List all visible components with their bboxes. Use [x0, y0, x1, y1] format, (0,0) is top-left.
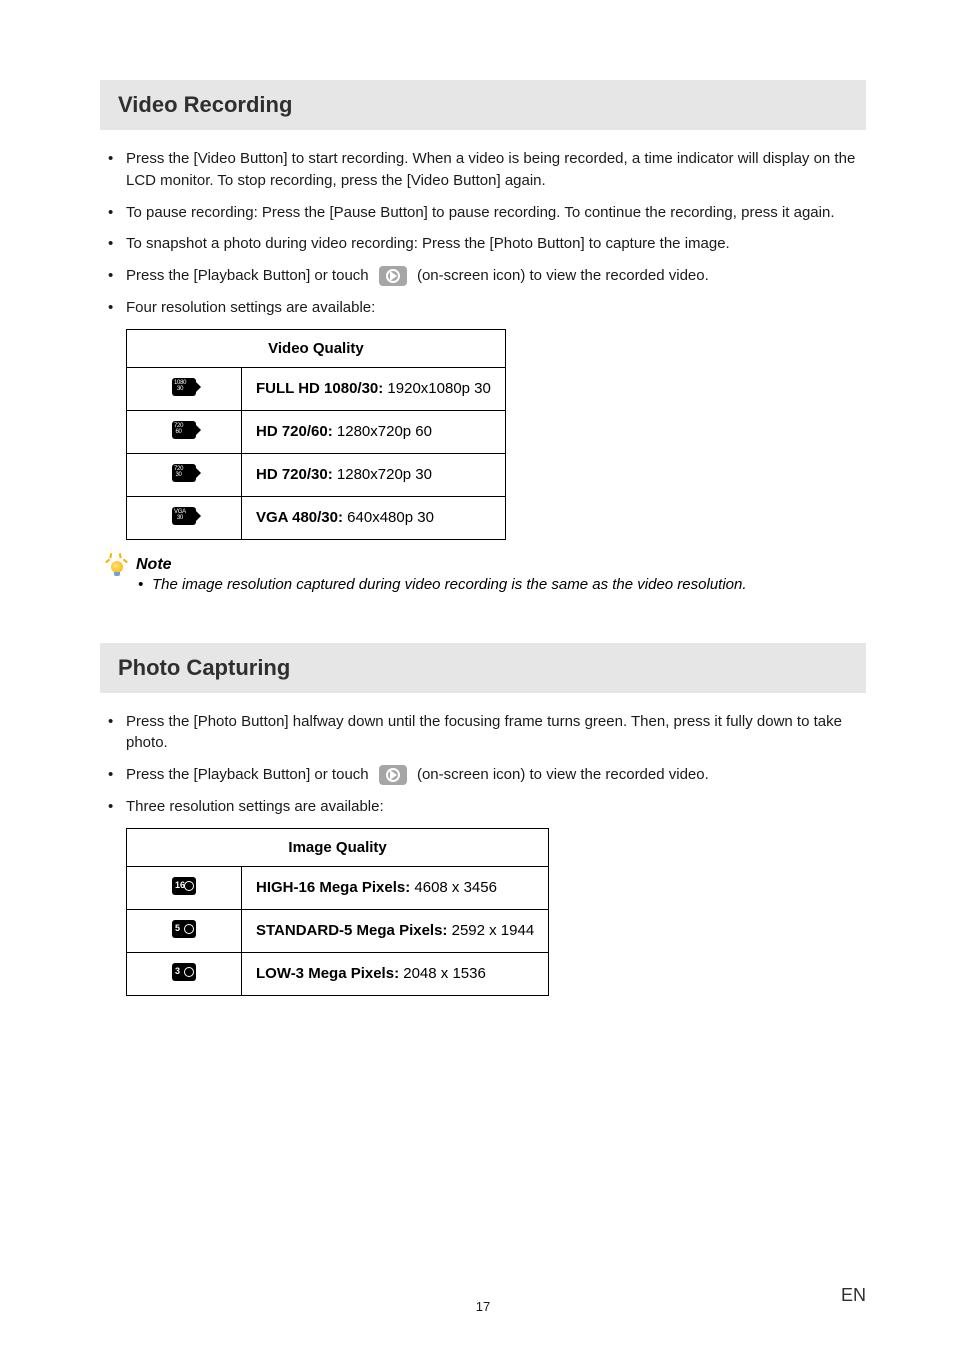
language-label: EN [841, 1285, 866, 1306]
video-quality-icon-cell: 108030 [127, 367, 242, 410]
video-quality-label: FULL HD 1080/30: 1920x1080p 30 [242, 367, 506, 410]
text-fragment: (on-screen icon) to view the recorded vi… [417, 766, 709, 783]
note-title: Note [136, 556, 866, 574]
video-recording-bullets: Press the [Video Button] to start record… [100, 148, 866, 319]
list-item: Four resolution settings are available: [100, 297, 866, 319]
playback-icon [379, 765, 407, 785]
page-footer: 17 EN [0, 1299, 954, 1314]
page: Video Recording Press the [Video Button]… [0, 0, 954, 1350]
video-quality-label: HD 720/30: 1280x720p 30 [242, 453, 506, 496]
video-quality-icon-cell: 72060 [127, 410, 242, 453]
page-number: 17 [100, 1299, 866, 1314]
image-quality-icon-cell: 5 [127, 909, 242, 952]
image-quality-label: LOW-3 Mega Pixels: 2048 x 1536 [242, 952, 549, 995]
list-item: Press the [Playback Button] or touch (on… [100, 265, 866, 287]
list-item: To pause recording: Press the [Pause But… [100, 202, 866, 224]
table-row: 72060 HD 720/60: 1280x720p 60 [127, 410, 506, 453]
table-header: Video Quality [127, 329, 506, 367]
list-item: To snapshot a photo during video recordi… [100, 233, 866, 255]
section-heading-photo-capturing: Photo Capturing [100, 643, 866, 693]
video-badge-icon: 72030 [172, 464, 196, 482]
image-quality-label: STANDARD-5 Mega Pixels: 2592 x 1944 [242, 909, 549, 952]
video-quality-icon-cell: VGA30 [127, 496, 242, 539]
image-quality-table: Image Quality 16 HIGH-16 Mega Pixels: 46… [126, 828, 549, 996]
table-row: 108030 FULL HD 1080/30: 1920x1080p 30 [127, 367, 506, 410]
video-badge-icon: 108030 [172, 378, 196, 396]
camera-badge-icon: 5 [172, 920, 196, 938]
photo-capturing-bullets: Press the [Photo Button] halfway down un… [100, 711, 866, 818]
text-fragment: Press the [Playback Button] or touch [126, 766, 373, 783]
video-quality-label: VGA 480/30: 640x480p 30 [242, 496, 506, 539]
table-header: Image Quality [127, 828, 549, 866]
table-row: 3 LOW-3 Mega Pixels: 2048 x 1536 [127, 952, 549, 995]
list-item: Press the [Video Button] to start record… [100, 148, 866, 192]
list-item: Three resolution settings are available: [100, 796, 866, 818]
table-row: 16 HIGH-16 Mega Pixels: 4608 x 3456 [127, 866, 549, 909]
note-text: The image resolution captured during vid… [136, 576, 866, 593]
table-row: VGA30 VGA 480/30: 640x480p 30 [127, 496, 506, 539]
list-item: Press the [Playback Button] or touch (on… [100, 764, 866, 786]
video-quality-label: HD 720/60: 1280x720p 60 [242, 410, 506, 453]
image-quality-icon-cell: 3 [127, 952, 242, 995]
video-quality-icon-cell: 72030 [127, 453, 242, 496]
section-title: Video Recording [118, 92, 848, 118]
list-item: Press the [Photo Button] halfway down un… [100, 711, 866, 755]
section-title: Photo Capturing [118, 655, 848, 681]
video-badge-icon: VGA30 [172, 507, 196, 525]
lightbulb-icon [106, 556, 128, 578]
text-fragment: (on-screen icon) to view the recorded vi… [417, 267, 709, 284]
video-quality-table: Video Quality 108030 FULL HD 1080/30: 19… [126, 329, 506, 540]
text-fragment: Press the [Playback Button] or touch [126, 267, 373, 284]
table-row: 5 STANDARD-5 Mega Pixels: 2592 x 1944 [127, 909, 549, 952]
table-row: 72030 HD 720/30: 1280x720p 30 [127, 453, 506, 496]
camera-badge-icon: 16 [172, 877, 196, 895]
note-block: Note The image resolution captured durin… [106, 556, 866, 593]
note-body: Note The image resolution captured durin… [136, 556, 866, 593]
video-badge-icon: 72060 [172, 421, 196, 439]
section-heading-video-recording: Video Recording [100, 80, 866, 130]
image-quality-label: HIGH-16 Mega Pixels: 4608 x 3456 [242, 866, 549, 909]
image-quality-icon-cell: 16 [127, 866, 242, 909]
playback-icon [379, 266, 407, 286]
camera-badge-icon: 3 [172, 963, 196, 981]
